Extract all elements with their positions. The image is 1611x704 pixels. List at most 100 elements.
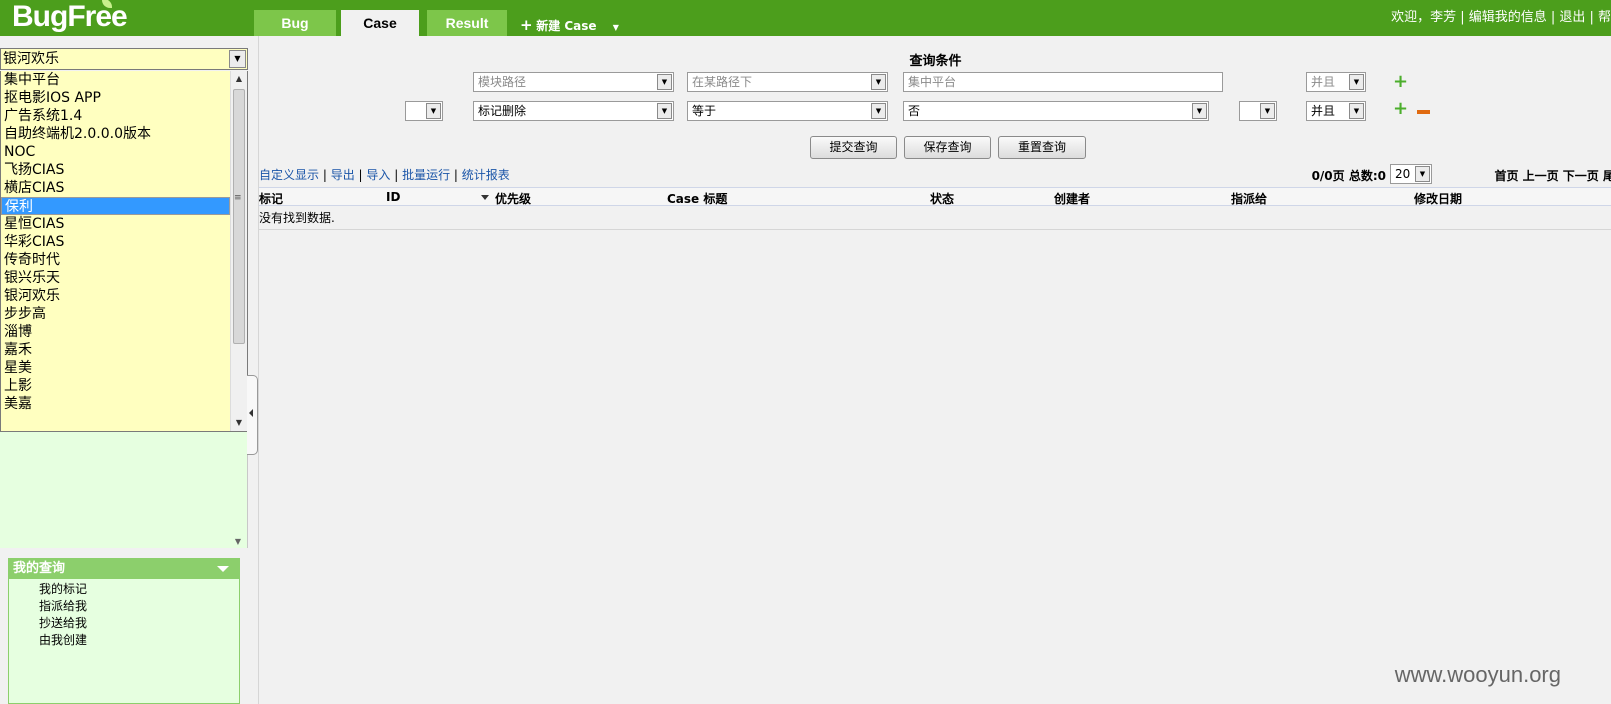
- query-logic-value: 并且: [1311, 104, 1336, 118]
- main-content: 查询条件 模块路径 ▼ 在某路径下 ▼ 集中平台 并且 ▼ + ▼ 标记删除 ▼ 等于 ▼…: [258, 36, 1611, 704]
- custom-display-link[interactable]: 自定义显示: [259, 168, 319, 182]
- project-list-item[interactable]: 传奇时代: [1, 251, 247, 269]
- tab-result[interactable]: Result: [427, 10, 507, 36]
- scroll-down-icon[interactable]: ▼: [235, 537, 241, 546]
- project-list-item[interactable]: 抠电影IOS APP: [1, 89, 247, 107]
- dropdown-arrow-icon: ▼: [657, 74, 672, 90]
- collapse-triangle-icon[interactable]: [217, 566, 229, 572]
- page-size-select[interactable]: 20 ▼: [1390, 164, 1432, 184]
- project-list-item[interactable]: 银兴乐天: [1, 269, 247, 287]
- column-header-modified[interactable]: 修改日期: [1414, 190, 1462, 207]
- module-tree-area[interactable]: ▼: [0, 432, 248, 548]
- my-query-panel: 我的查询 我的标记 指派给我 抄送给我 由我创建: [8, 558, 240, 704]
- project-list-item[interactable]: 银河欢乐: [1, 287, 247, 305]
- left-paren-select[interactable]: ▼: [405, 101, 443, 121]
- query-logic-value: 并且: [1311, 75, 1336, 89]
- scroll-up-icon[interactable]: ▲: [231, 71, 247, 87]
- project-list-item[interactable]: 星恒CIAS: [1, 215, 247, 233]
- add-condition-icon[interactable]: +: [1393, 100, 1408, 118]
- query-logic-select-2[interactable]: 并且 ▼: [1306, 101, 1366, 121]
- column-header-status[interactable]: 状态: [930, 190, 954, 207]
- query-field-select-2[interactable]: 标记删除 ▼: [473, 101, 674, 121]
- watermark: www.wooyun.org: [1394, 662, 1561, 687]
- project-list-item[interactable]: 上影: [1, 377, 247, 395]
- column-header-title[interactable]: Case 标题: [667, 190, 727, 207]
- dropdown-arrow-icon: ▼: [1349, 103, 1364, 119]
- project-list-item[interactable]: 步步高: [1, 305, 247, 323]
- project-list-item[interactable]: 广告系统1.4: [1, 107, 247, 125]
- new-case-label: 新建 Case: [536, 19, 597, 33]
- column-header-id[interactable]: ID: [386, 190, 489, 204]
- project-list-scrollbar[interactable]: ▲ ≡ ▼: [230, 71, 247, 431]
- export-link[interactable]: 导出: [331, 168, 355, 182]
- query-operator-select-1[interactable]: 在某路径下 ▼: [687, 72, 888, 92]
- dropdown-arrow-icon[interactable]: ▼: [229, 50, 246, 68]
- submit-query-button[interactable]: 提交查询: [810, 136, 897, 159]
- project-list-item[interactable]: 淄博: [1, 323, 247, 341]
- reset-query-button[interactable]: 重置查询: [998, 136, 1086, 159]
- import-link[interactable]: 导入: [366, 168, 390, 182]
- query-operator-select-2[interactable]: 等于 ▼: [687, 101, 888, 121]
- batch-run-link[interactable]: 批量运行: [402, 168, 450, 182]
- add-condition-icon[interactable]: +: [1393, 73, 1408, 91]
- save-query-button[interactable]: 保存查询: [904, 136, 991, 159]
- query-value-input-1[interactable]: 集中平台: [903, 72, 1223, 92]
- column-header-priority[interactable]: 优先级: [495, 190, 531, 207]
- project-list-item[interactable]: 星美: [1, 359, 247, 377]
- empty-message: 没有找到数据.: [259, 206, 1611, 230]
- remove-condition-icon[interactable]: [1417, 110, 1430, 114]
- dropdown-arrow-icon: ▼: [1415, 166, 1430, 182]
- scrollbar-thumb[interactable]: [233, 89, 245, 344]
- my-query-item[interactable]: 我的标记: [39, 581, 239, 598]
- pager: 0/0页 总数:0 20 ▼ 首页 上一页 下一页 尾: [1191, 164, 1611, 186]
- column-header-id-label: ID: [386, 190, 401, 204]
- my-query-item[interactable]: 指派给我: [39, 598, 239, 615]
- sort-desc-icon: [481, 195, 489, 200]
- new-case-button[interactable]: + 新建 Case ▼: [520, 16, 619, 34]
- column-header-mark[interactable]: 标记: [259, 190, 283, 207]
- my-query-item[interactable]: 由我创建: [39, 632, 239, 649]
- page-navigation[interactable]: 首页 上一页 下一页 尾: [1494, 167, 1611, 184]
- project-list-item[interactable]: NOC: [1, 143, 247, 161]
- column-header-assignee[interactable]: 指派给: [1231, 190, 1267, 207]
- tab-case[interactable]: Case: [341, 10, 419, 36]
- right-paren-select[interactable]: ▼: [1239, 101, 1277, 121]
- top-bar: BugFree Bug Case Result + 新建 Case ▼ 欢迎，李…: [0, 0, 1611, 36]
- project-list-item[interactable]: 嘉禾: [1, 341, 247, 359]
- user-links[interactable]: 欢迎，李芳 | 编辑我的信息 | 退出 | 帮: [1391, 6, 1611, 25]
- project-list-item[interactable]: 华彩CIAS: [1, 233, 247, 251]
- project-list-item[interactable]: 美嘉: [1, 395, 247, 413]
- dropdown-arrow-icon: ▼: [1349, 74, 1364, 90]
- dropdown-arrow-icon: ▼: [871, 74, 886, 90]
- project-select-value: 银河欢乐: [3, 51, 59, 67]
- my-query-title: 我的查询: [13, 561, 66, 576]
- project-list-item[interactable]: 保利: [1, 197, 230, 215]
- scroll-down-icon[interactable]: ▼: [231, 415, 247, 431]
- project-list-item[interactable]: 横店CIAS: [1, 179, 247, 197]
- query-value-value: 否: [908, 104, 921, 118]
- project-list-item[interactable]: 自助终端机2.0.0.0版本: [1, 125, 247, 143]
- query-value-select-2[interactable]: 否 ▼: [903, 101, 1209, 121]
- my-query-header[interactable]: 我的查询: [9, 559, 239, 579]
- tab-bug[interactable]: Bug: [254, 10, 336, 36]
- page-size-value: 20: [1395, 167, 1411, 181]
- chevron-left-icon: [249, 409, 253, 417]
- query-title: 查询条件: [909, 54, 962, 69]
- column-header-creator[interactable]: 创建者: [1054, 190, 1090, 207]
- query-logic-select-1[interactable]: 并且 ▼: [1306, 72, 1366, 92]
- query-field-select-1[interactable]: 模块路径 ▼: [473, 72, 674, 92]
- project-select[interactable]: 银河欢乐 ▼: [0, 48, 248, 70]
- dropdown-arrow-icon: ▼: [426, 103, 441, 119]
- project-list[interactable]: 集中平台 抠电影IOS APP 广告系统1.4 自助终端机2.0.0.0版本 NOC 飞扬…: [0, 71, 248, 432]
- bugfree-logo[interactable]: BugFree: [12, 0, 128, 32]
- report-link[interactable]: 统计报表: [462, 168, 510, 182]
- query-operator-value: 等于: [692, 104, 717, 118]
- dropdown-arrow-icon: ▼: [657, 103, 672, 119]
- project-list-item[interactable]: 飞扬CIAS: [1, 161, 247, 179]
- sidebar: 银河欢乐 ▼ 集中平台 抠电影IOS APP 广告系统1.4 自助终端机2.0.0.0…: [0, 36, 250, 704]
- project-list-item[interactable]: 集中平台: [1, 71, 247, 89]
- sidebar-collapse-handle[interactable]: [247, 375, 258, 455]
- query-operator-value: 在某路径下: [692, 75, 753, 89]
- my-query-item[interactable]: 抄送给我: [39, 615, 239, 632]
- chevron-down-icon[interactable]: ▼: [613, 23, 619, 32]
